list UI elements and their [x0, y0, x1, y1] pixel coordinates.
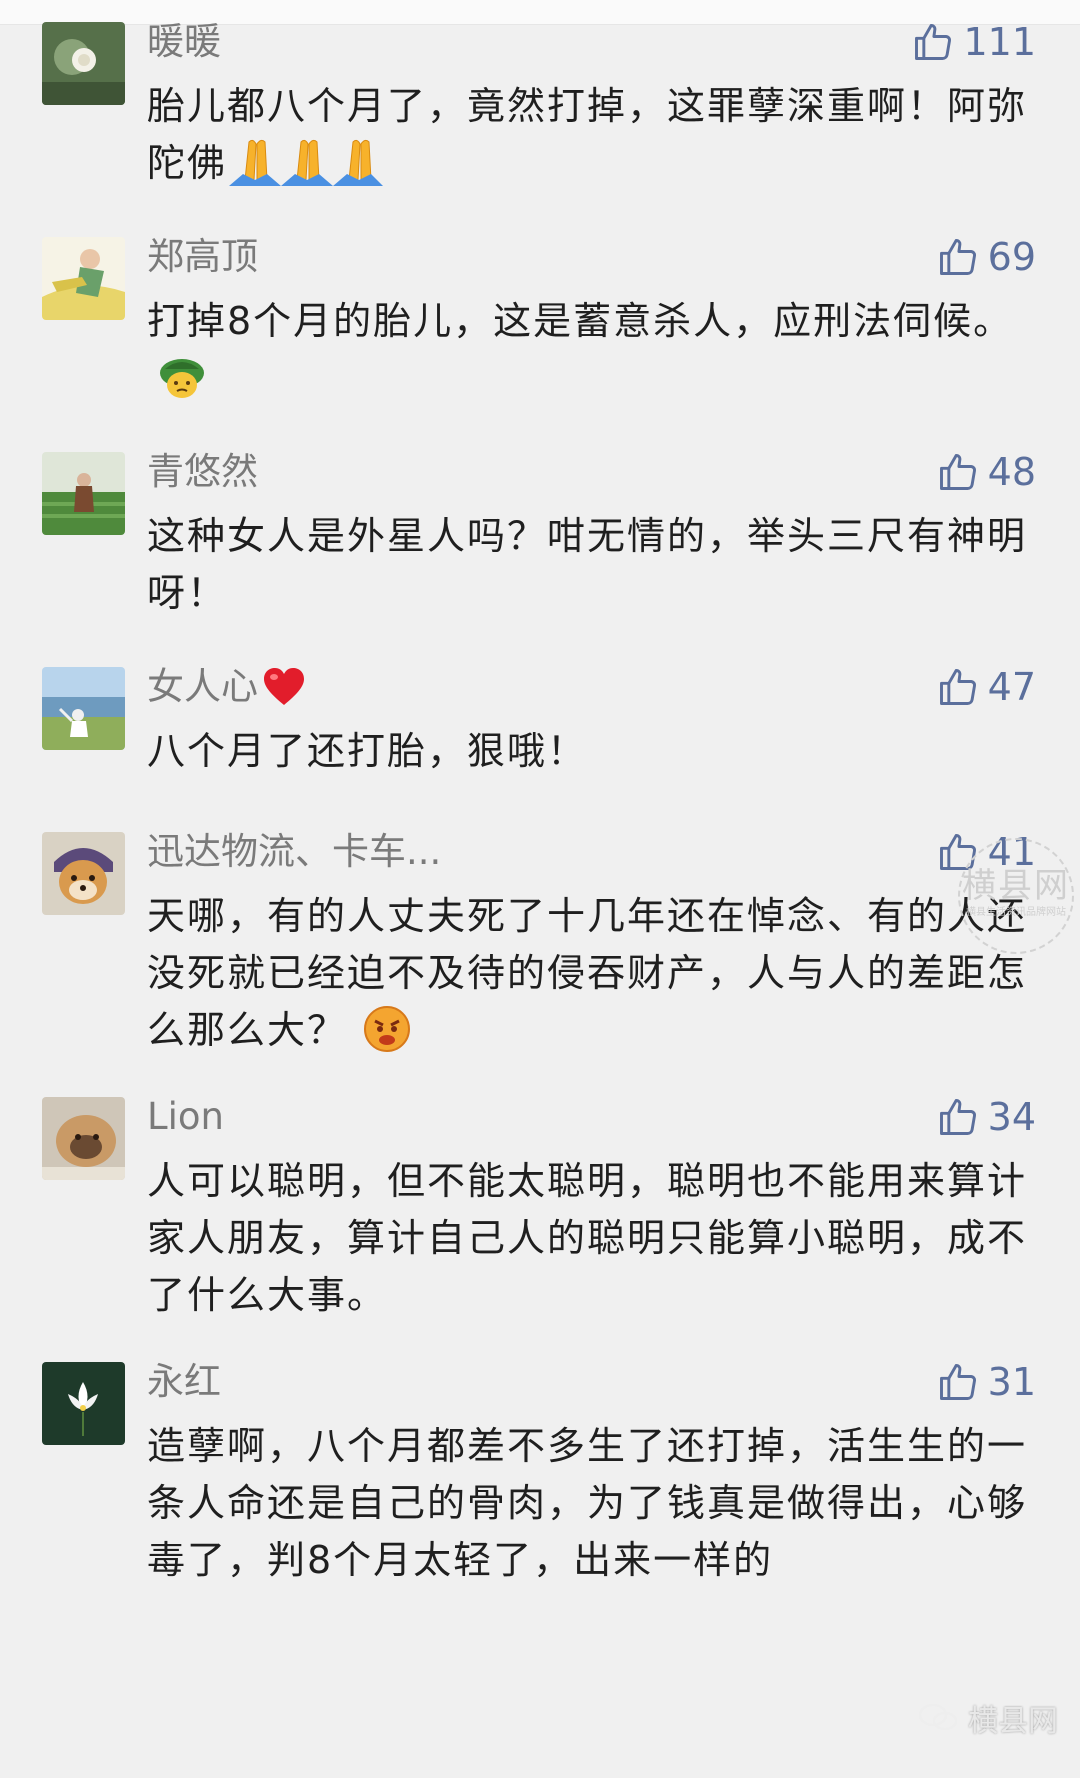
comment-text: 这种女人是外星人吗？咁无情的，举头三尺有神明呀！ [147, 514, 1028, 615]
thumbs-up-icon [939, 454, 976, 490]
comment-author[interactable]: 女人心 [147, 665, 306, 717]
comment-text: 八个月了还打胎，狠哦！ [147, 729, 588, 773]
avatar[interactable] [42, 237, 125, 320]
wechat-watermark-text: 横县网 [968, 1704, 1058, 1739]
turtle-face-icon [157, 355, 207, 417]
like-count: 47 [987, 665, 1036, 709]
comment-author[interactable]: 暖暖 [147, 20, 221, 64]
like-button[interactable]: 48 [936, 450, 1036, 494]
comment-author[interactable]: 迅达物流、卡车... [147, 830, 441, 874]
folded-hands-icon [227, 136, 384, 202]
avatar[interactable] [42, 1097, 125, 1180]
avatar[interactable] [42, 1362, 125, 1445]
watermark-seal: 横县网 横县生活资讯品牌网站 [958, 838, 1074, 954]
comment-text: 天哪，有的人丈夫死了十几年还在悼念、有的人还没死就已经迫不及待的侵吞财产，人与人… [147, 888, 1027, 1069]
comment-author[interactable]: Lion [147, 1095, 224, 1139]
thumbs-up-icon [939, 239, 976, 275]
like-count: 34 [987, 1095, 1036, 1139]
like-count: 111 [963, 20, 1036, 64]
red-heart-icon [262, 667, 306, 717]
like-count: 69 [987, 235, 1036, 279]
thumbs-up-icon [939, 1364, 976, 1400]
like-count: 48 [987, 450, 1036, 494]
avatar[interactable] [42, 22, 125, 105]
angry-face-icon [363, 1005, 411, 1069]
like-count: 31 [987, 1360, 1036, 1404]
avatar[interactable] [42, 452, 125, 535]
watermark-sub: 横县生活资讯品牌网站 [966, 907, 1066, 918]
comment-text: 胎儿都八个月了，竟然打掉，这罪孽深重啊！阿弥陀佛 [147, 78, 1027, 202]
comment-author[interactable]: 永红 [147, 1360, 221, 1404]
like-button[interactable]: 31 [936, 1360, 1036, 1404]
thumbs-up-icon [939, 669, 976, 705]
thumbs-up-icon [915, 24, 952, 60]
comment-author[interactable]: 郑高顶 [147, 235, 258, 279]
avatar[interactable] [42, 667, 125, 750]
like-button[interactable]: 69 [936, 235, 1036, 279]
wechat-watermark: 横县网 [918, 1696, 1058, 1740]
wechat-icon [918, 1703, 958, 1731]
comment-text: 造孽啊，八个月都差不多生了还打掉，活生生的一条人命还是自己的骨肉，为了钱真是做得… [147, 1424, 1028, 1582]
like-button[interactable]: 47 [936, 665, 1036, 709]
thumbs-up-icon [939, 1099, 976, 1135]
like-button[interactable]: 111 [911, 20, 1036, 64]
like-button[interactable]: 34 [936, 1095, 1036, 1139]
avatar[interactable] [42, 832, 125, 915]
comment-author[interactable]: 青悠然 [147, 450, 258, 494]
comment-text: 人可以聪明，但不能太聪明，聪明也不能用来算计家人朋友，算计自己人的聪明只能算小聪… [147, 1159, 1028, 1317]
watermark-main: 横县网 [962, 866, 1070, 906]
comment-text: 打掉8个月的胎儿，这是蓄意杀人，应刑法伺候。 [147, 293, 1027, 417]
